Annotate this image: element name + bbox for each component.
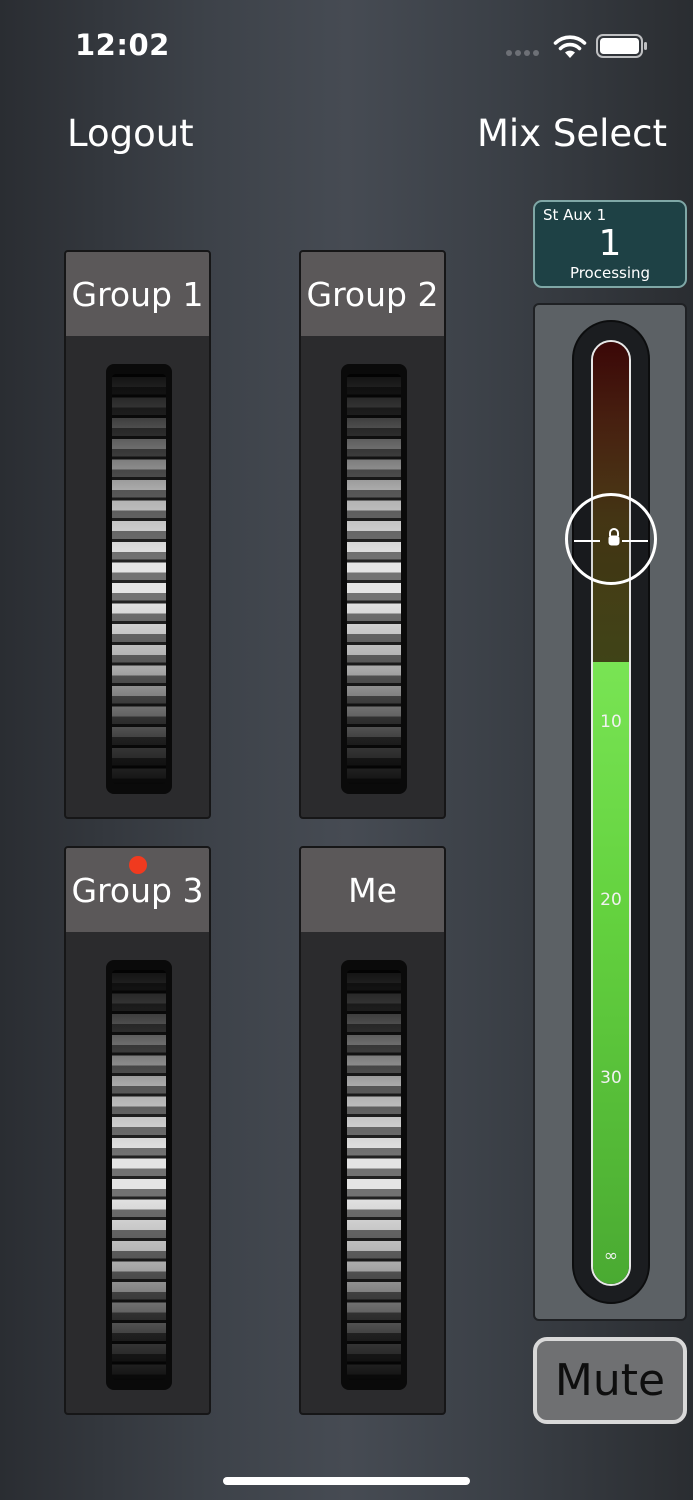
meter-level-fill	[593, 662, 629, 1284]
scale-label-infinity: ∞	[603, 1246, 619, 1266]
group-label: Group 3	[71, 870, 204, 910]
mix-select-button[interactable]: Mix Select	[477, 112, 667, 155]
group-label: Group 1	[71, 274, 204, 314]
status-time: 12:02	[75, 28, 170, 62]
logout-button[interactable]: Logout	[67, 112, 194, 155]
group-title: Group 2	[301, 252, 444, 336]
volume-wheel[interactable]	[106, 364, 172, 794]
aux-processing-label: Processing	[569, 264, 651, 282]
aux-name: St Aux 1	[543, 206, 607, 224]
aux-number: 1	[598, 223, 622, 264]
volume-wheel[interactable]	[341, 960, 407, 1390]
scale-label-10: 10	[600, 712, 622, 732]
scale-label-30: 30	[600, 1068, 622, 1088]
scale-label-20: 20	[600, 890, 622, 910]
volume-wheel[interactable]	[341, 364, 407, 794]
aux-mix-selector[interactable]: St Aux 1 1 Processing	[533, 200, 687, 288]
activity-indicator-dot	[128, 856, 147, 874]
group-card-me[interactable]: Me	[299, 846, 446, 1415]
group-card-3[interactable]: Group 3	[64, 846, 211, 1415]
cellular-signal-icon	[506, 50, 539, 56]
volume-wheel[interactable]	[106, 960, 172, 1390]
battery-icon	[596, 34, 647, 58]
group-label: Group 2	[306, 274, 439, 314]
level-meter	[591, 340, 631, 1286]
fader-knob[interactable]	[565, 492, 657, 585]
group-title: Me	[301, 848, 444, 932]
wifi-icon	[553, 35, 587, 58]
group-card-1[interactable]: Group 1	[64, 250, 211, 819]
group-label: Me	[348, 870, 397, 910]
home-indicator	[223, 1477, 470, 1485]
lock-icon	[608, 527, 620, 546]
group-title: Group 1	[66, 252, 209, 336]
group-title: Group 3	[66, 848, 209, 932]
group-card-2[interactable]: Group 2	[299, 250, 446, 819]
mute-button[interactable]: Mute	[533, 1337, 687, 1424]
